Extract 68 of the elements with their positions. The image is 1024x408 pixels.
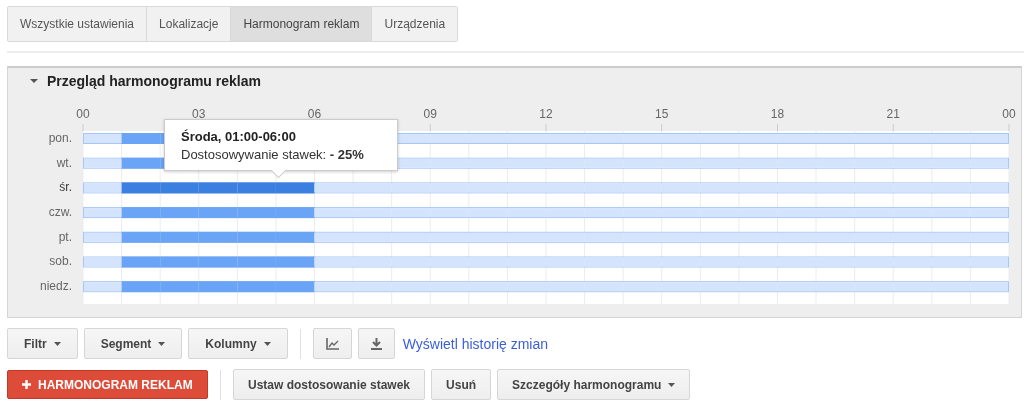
dropdown-button[interactable]: Szczegóły harmonogramu <box>497 369 691 400</box>
day-label: pt. <box>58 229 72 246</box>
day-label: pon. <box>48 131 72 147</box>
scheduled-hour[interactable] <box>275 231 315 243</box>
tab[interactable]: Harmonogram reklam <box>230 7 372 41</box>
tab[interactable]: Urządzenia <box>371 7 458 41</box>
scheduled-hour[interactable] <box>121 207 161 219</box>
day-label: niedz. <box>39 279 72 296</box>
download-icon <box>370 337 382 350</box>
scheduled-hour[interactable] <box>121 231 161 243</box>
scheduled-hour[interactable] <box>160 281 199 293</box>
scheduled-hour[interactable] <box>160 182 199 194</box>
scheduled-hour[interactable] <box>121 157 161 169</box>
collapse-triangle-icon[interactable] <box>30 78 38 84</box>
day-label: wt. <box>56 155 72 172</box>
chart-button[interactable] <box>312 328 352 359</box>
day-label: czw. <box>48 205 72 222</box>
scheduled-hour[interactable] <box>160 231 199 243</box>
scheduled-hour[interactable] <box>198 231 238 243</box>
action-button[interactable]: Usuń <box>431 369 492 400</box>
tooltip-text: Dostosowywanie stawek: - 25% <box>181 147 365 162</box>
scheduled-hour[interactable] <box>121 182 161 194</box>
tooltip-title: Środa, 01:00-06:00 <box>181 129 297 144</box>
scheduled-hour[interactable] <box>121 281 161 293</box>
tab[interactable]: Lokalizacje <box>146 7 231 41</box>
scheduled-hour[interactable] <box>160 207 199 219</box>
scheduled-hour[interactable] <box>237 182 276 194</box>
hour-label: 03 <box>192 107 206 121</box>
hour-label: 09 <box>423 107 437 121</box>
caret-icon <box>53 341 61 346</box>
scheduled-hour[interactable] <box>121 133 161 144</box>
scheduled-hour[interactable] <box>198 207 238 219</box>
action-button[interactable]: Ustaw dostosowanie stawek <box>233 369 426 400</box>
caret-icon <box>668 382 676 387</box>
history-link[interactable]: Wyświetl historię zmian <box>402 335 549 352</box>
line-chart-icon <box>325 337 339 350</box>
tab[interactable]: Wszystkie ustawienia <box>8 7 147 41</box>
dropdown-button[interactable]: Filtr <box>7 328 78 359</box>
hour-label: 18 <box>770 107 785 121</box>
hour-label: 00 <box>1002 107 1016 121</box>
hour-label: 15 <box>655 107 669 121</box>
hour-label: 00 <box>76 107 90 121</box>
scheduled-hour[interactable] <box>198 256 238 268</box>
scheduled-hour[interactable] <box>275 281 315 293</box>
scheduled-hour[interactable] <box>275 207 315 219</box>
day-label: śr. <box>59 180 72 197</box>
panel-title: Przegląd harmonogramu reklam <box>47 73 261 89</box>
scheduled-hour[interactable] <box>237 231 276 243</box>
scheduled-hour[interactable] <box>237 256 276 268</box>
hour-label: 21 <box>886 107 900 121</box>
add-schedule-button[interactable]: HARMONOGRAM REKLAM <box>7 370 208 399</box>
scheduled-hour[interactable] <box>237 207 276 219</box>
dropdown-button[interactable]: Segment <box>83 328 183 359</box>
plus-icon <box>22 380 31 389</box>
scheduled-hour[interactable] <box>275 256 315 268</box>
scheduled-hour[interactable] <box>275 182 315 194</box>
scheduled-hour[interactable] <box>237 281 276 293</box>
dropdown-button[interactable]: Kolumny <box>188 328 288 359</box>
caret-icon <box>158 341 166 346</box>
scheduled-hour[interactable] <box>160 256 199 268</box>
scheduled-hour[interactable] <box>121 256 161 268</box>
caret-icon <box>263 341 271 346</box>
scheduled-hour[interactable] <box>198 182 238 194</box>
hour-label: 12 <box>539 107 553 121</box>
hour-label: 06 <box>307 107 322 121</box>
download-button[interactable] <box>357 328 395 359</box>
scheduled-hour[interactable] <box>198 281 238 293</box>
day-label: sob. <box>49 254 72 271</box>
